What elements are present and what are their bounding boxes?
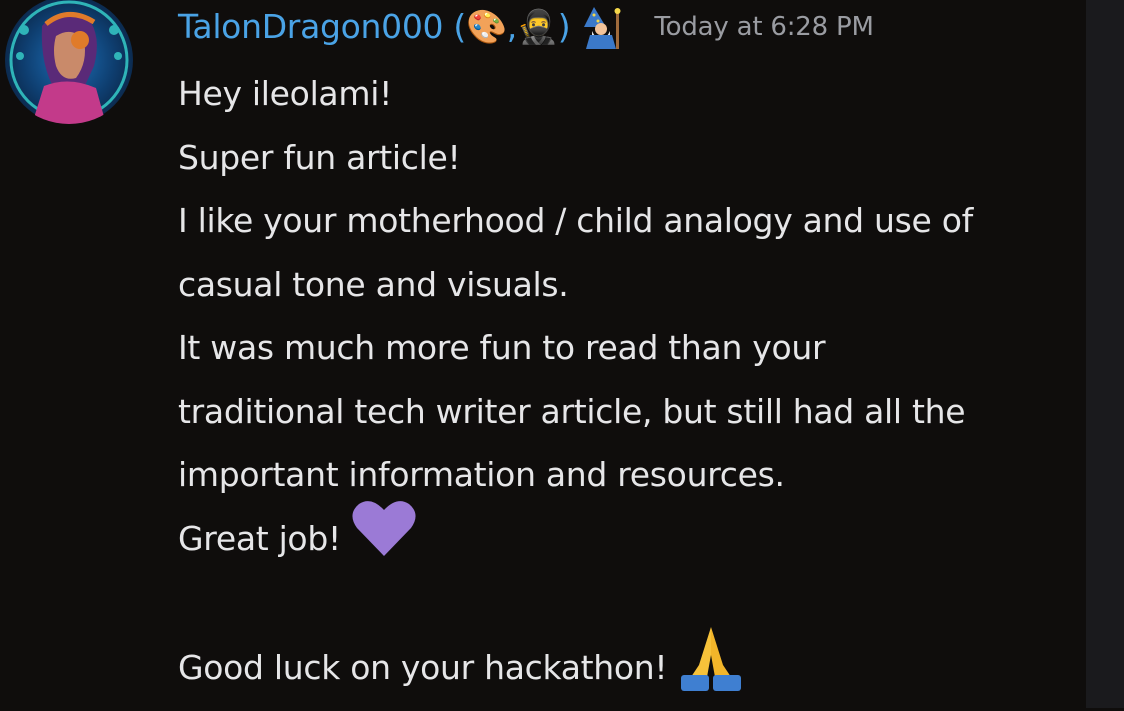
message-line: Super fun article! bbox=[178, 126, 1086, 190]
message-timestamp[interactable]: Today at 6:28 PM bbox=[654, 12, 873, 42]
purple-heart-icon[interactable] bbox=[351, 498, 417, 579]
folded-hands-icon[interactable] bbox=[677, 625, 745, 711]
message-line: traditional tech writer article, but sti… bbox=[178, 380, 1086, 444]
scrollbar-track[interactable] bbox=[1086, 0, 1124, 708]
avatar[interactable] bbox=[2, 0, 136, 124]
message-line-great-job: Great job! bbox=[178, 507, 1086, 571]
message-line-good-luck: Good luck on your hackathon! bbox=[178, 636, 1086, 700]
message-line: important information and resources. bbox=[178, 443, 1086, 507]
message-line-text: Great job! bbox=[178, 507, 341, 571]
message-content: Hey ileolami! Super fun article! I like … bbox=[178, 62, 1086, 700]
username[interactable]: TalonDragon000 (🎨,🥷) bbox=[178, 7, 570, 47]
message-line-text: Good luck on your hackathon! bbox=[178, 636, 667, 700]
message-line-empty bbox=[178, 570, 1086, 636]
message-line: It was much more fun to read than your bbox=[178, 316, 1086, 380]
message-header: TalonDragon000 (🎨,🥷) Today at 6:28 PM bbox=[178, 5, 874, 49]
message-line: I like your motherhood / child analogy a… bbox=[178, 189, 1086, 253]
chat-message: TalonDragon000 (🎨,🥷) Today at 6:28 PM He… bbox=[0, 0, 1086, 708]
avatar-image bbox=[2, 0, 136, 124]
message-line: Hey ileolami! bbox=[178, 62, 1086, 126]
wizard-emoji-icon[interactable] bbox=[580, 5, 626, 49]
message-line: casual tone and visuals. bbox=[178, 253, 1086, 317]
